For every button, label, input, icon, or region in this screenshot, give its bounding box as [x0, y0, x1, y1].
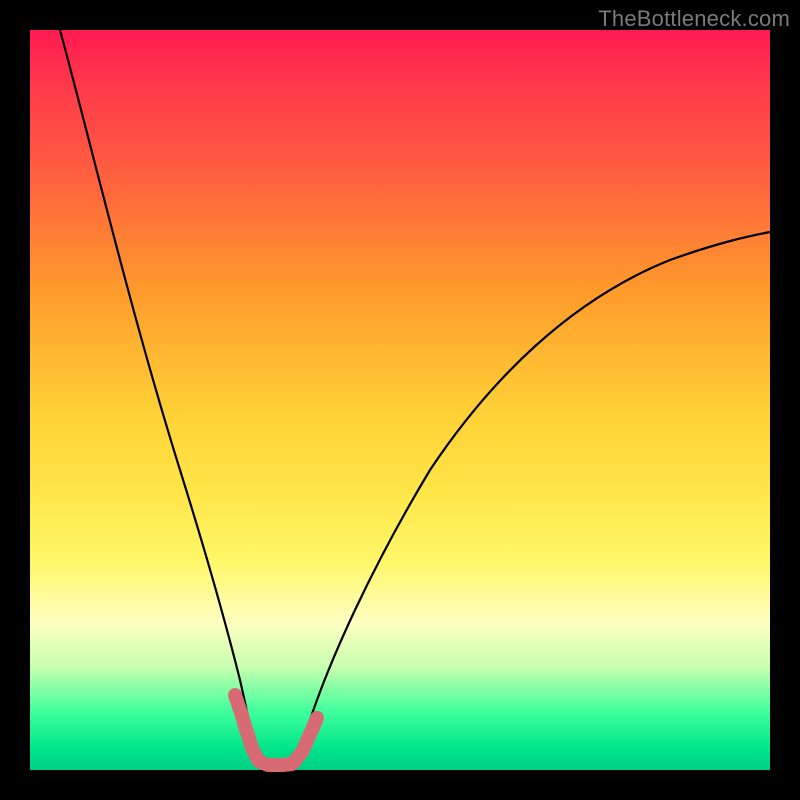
chart-frame: TheBottleneck.com [0, 0, 800, 800]
watermark-text: TheBottleneck.com [598, 6, 790, 32]
curve-layer [30, 30, 770, 770]
plot-area [30, 30, 770, 770]
highlight-segment [235, 695, 317, 765]
bottleneck-curve [60, 30, 770, 769]
